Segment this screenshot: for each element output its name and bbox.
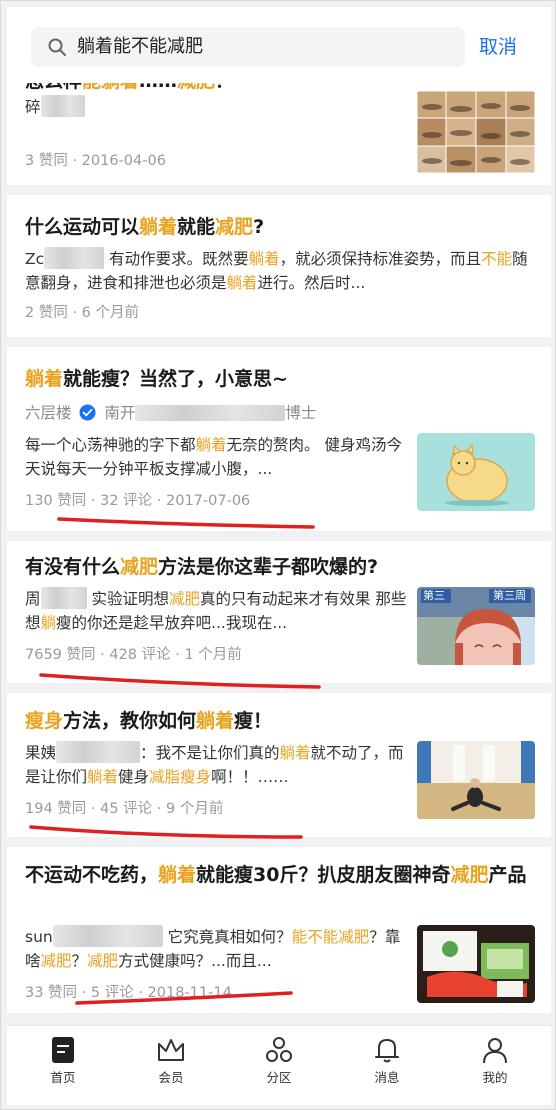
result-title: 什么运动可以躺着就能减肥? — [25, 216, 265, 238]
thumbnail-tag: 第三 — [423, 589, 445, 602]
app-frame: 躺着能不能减肥 取消 怎么样能躺着……减肥？ 碎 3 赞同 · 2016-04-… — [0, 0, 556, 1110]
result-snippet: sun 它究竟真相如何？能不能减肥？靠啥减肥？减肥方式健康吗？...而且... — [25, 925, 409, 973]
thumbnail-tag: 第三周 — [493, 589, 526, 602]
result-snippet: Zc 有动作要求。既然要躺着，就必须保持标准姿势，而且不能随意翻身，进食和排泄也… — [25, 247, 535, 295]
tab-member[interactable]: 会员 — [131, 1036, 211, 1086]
result-meta: 2 赞同 · 6 个月前 — [25, 305, 139, 321]
search-icon — [48, 38, 66, 56]
result-snippet: 每一个心荡神驰的字下都躺着无奈的赘肉。 健身鸡汤今天说每天一分钟平板支撑减小腹，… — [25, 436, 402, 478]
home-icon — [52, 1037, 74, 1063]
search-query: 躺着能不能减肥 — [77, 36, 203, 57]
result-meta: 3 赞同 · 2016-04-06 — [25, 153, 166, 169]
search-input[interactable]: 躺着能不能减肥 — [31, 27, 465, 67]
tab-home[interactable]: 首页 — [23, 1036, 103, 1086]
search-header: 躺着能不能减肥 取消 — [7, 7, 551, 83]
result-thumbnail: 第三 第三周 — [417, 587, 535, 665]
category-icon — [266, 1037, 292, 1062]
result-thumbnail — [417, 433, 535, 511]
result-author: 六层楼 南开 博士 — [25, 404, 317, 422]
tab-label: 会员 — [158, 1070, 184, 1085]
result-thumbnail — [417, 925, 535, 1003]
crown-icon — [158, 1039, 184, 1061]
cancel-button[interactable]: 取消 — [479, 33, 517, 61]
result-card[interactable]: 躺着就能瘦？当然了，小意思~ 六层楼 南开 博士 每一个心荡神驰的字下都躺着无奈的… — [7, 347, 551, 531]
verified-badge-icon — [79, 404, 96, 421]
tab-category[interactable]: 分区 — [239, 1036, 319, 1086]
tab-label: 分区 — [266, 1070, 292, 1085]
result-snippet: 周 实验证明想减肥真的只有动起来才有效果 那些想躺瘦的你还是趁早放弃吧...我现… — [25, 587, 409, 635]
result-snippet: 碎 — [25, 95, 85, 119]
result-card[interactable]: 不运动不吃药，躺着就能瘦30斤？扒皮朋友圈神奇减肥产品 sun 它究竟真相如何？… — [7, 847, 551, 1013]
result-thumbnail — [417, 91, 535, 173]
bottom-tab-bar: 首页 会员 分区 消息 我的 — [7, 1025, 551, 1105]
tab-label: 我的 — [482, 1070, 508, 1085]
tab-label: 首页 — [50, 1070, 76, 1085]
result-meta: 33 赞同 · 5 评论 · 2018-11-14 — [25, 985, 232, 1001]
tab-label: 消息 — [374, 1070, 400, 1085]
profile-icon — [483, 1038, 507, 1064]
result-meta: 130 赞同 · 32 评论 · 2017-07-06 — [25, 493, 251, 509]
result-meta: 194 赞同 · 45 评论 · 9 个月前 — [25, 801, 224, 817]
result-title: 瘦身方法，教你如何躺着瘦！ — [25, 710, 273, 732]
result-card[interactable]: 有没有什么减肥方法是你这辈子都吹爆的? 周 实验证明想减肥真的只有动起来才有效果… — [7, 541, 551, 683]
result-meta: 7659 赞同 · 428 评论 · 1 个月前 — [25, 647, 242, 663]
result-card[interactable]: 怎么样能躺着……减肥？ 碎 3 赞同 · 2016-04-06 — [7, 83, 551, 185]
result-title: 躺着就能瘦？当然了，小意思~ — [25, 368, 288, 390]
bell-icon — [375, 1039, 399, 1063]
result-title: 不运动不吃药，躺着就能瘦30斤？扒皮朋友圈神奇减肥产品 — [25, 864, 527, 886]
result-card[interactable]: 什么运动可以躺着就能减肥? Zc 有动作要求。既然要躺着，就必须保持标准姿势，而… — [7, 195, 551, 337]
result-card[interactable]: 瘦身方法，教你如何躺着瘦！ 果姨 ：我不是让你们真的躺着就不动了，而是让你们躺着健… — [7, 693, 551, 837]
tab-messages[interactable]: 消息 — [347, 1036, 427, 1086]
result-title: 有没有什么减肥方法是你这辈子都吹爆的? — [25, 556, 379, 578]
tab-profile[interactable]: 我的 — [455, 1036, 535, 1086]
result-thumbnail — [417, 741, 535, 819]
result-snippet: 果姨 ：我不是让你们真的躺着就不动了，而是让你们躺着健身减脂瘦身啊！！…… — [25, 741, 409, 789]
